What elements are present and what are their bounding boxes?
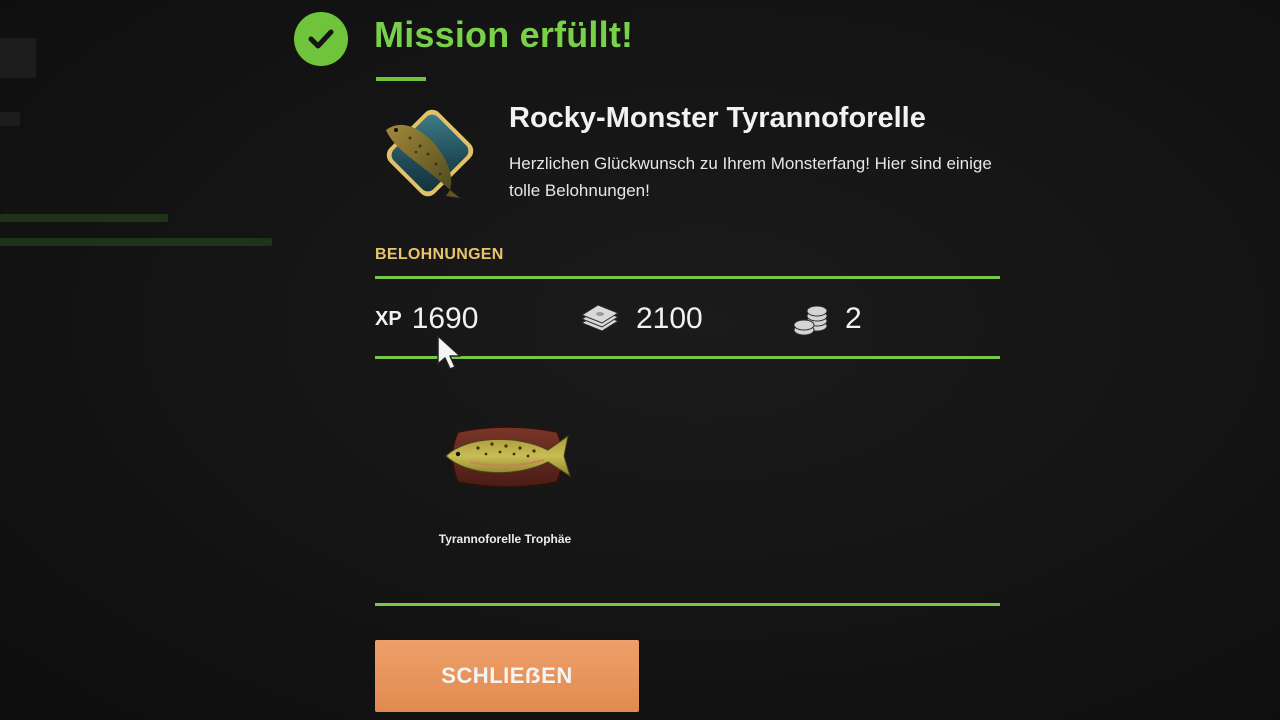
- rewards-divider-middle: [375, 356, 1000, 359]
- background-bar: [0, 238, 272, 246]
- close-button[interactable]: SCHLIEẞEN: [375, 640, 639, 712]
- money-value: 2100: [636, 302, 703, 335]
- rewards-divider-top: [375, 276, 1000, 279]
- background-bar: [0, 214, 168, 222]
- mission-complete-title: Mission erfüllt!: [374, 14, 634, 55]
- coins-icon: [793, 302, 829, 336]
- trout-badge-icon: [380, 100, 480, 205]
- trophy-label: Tyrannoforelle Trophäe: [438, 532, 572, 546]
- xp-label: XP: [375, 307, 402, 330]
- trout-trophy-icon[interactable]: [440, 420, 575, 495]
- coins-reward: 2: [793, 298, 862, 340]
- banknotes-icon: [580, 303, 620, 335]
- coins-value: 2: [845, 302, 862, 335]
- money-reward: 2100: [580, 298, 703, 340]
- background-panel: [0, 112, 20, 126]
- mouse-cursor-icon: [436, 334, 464, 372]
- title-underline: [376, 77, 426, 81]
- mission-complete-screen: Mission erfüllt! Rocky-Monster Tyrannofo…: [0, 0, 1280, 720]
- xp-value: 1690: [411, 302, 479, 335]
- rewards-heading: BELOHNUNGEN: [375, 246, 504, 263]
- checkmark-icon: [294, 12, 348, 66]
- monster-name: Rocky-Monster Tyrannoforelle: [509, 102, 926, 134]
- rewards-divider-bottom: [375, 603, 1000, 606]
- monster-description: Herzlichen Glückwunsch zu Ihrem Monsterf…: [509, 154, 992, 200]
- background-panel: [0, 38, 36, 78]
